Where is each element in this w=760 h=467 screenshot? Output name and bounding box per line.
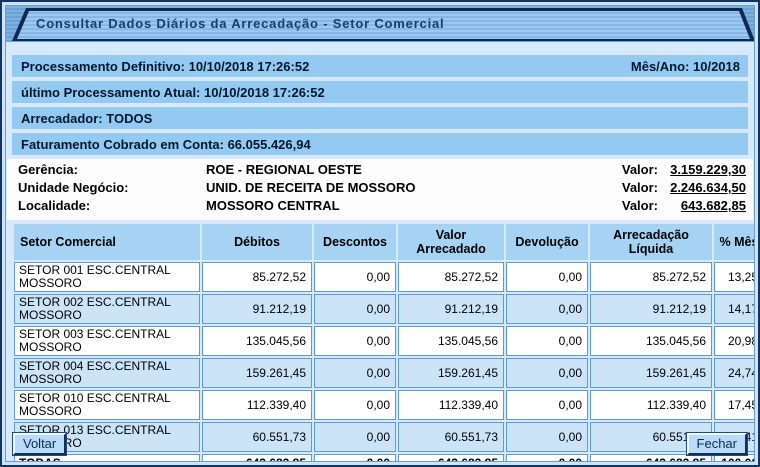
value-cell: 159.261,45: [590, 358, 712, 388]
localidade-valor-label: Valor:: [622, 198, 658, 213]
value-cell: 91.212,19: [202, 294, 312, 324]
unidade-negocio-value: UNID. DE RECEITA DE MOSSORO: [206, 180, 622, 195]
value-cell: 14,17: [714, 294, 755, 324]
processamento-definitivo-text: Processamento Definitivo: 10/10/2018 17:…: [21, 59, 309, 74]
value-cell: 0,00: [314, 422, 396, 452]
column-header: % Mês: [714, 224, 755, 260]
value-cell: 91.212,19: [590, 294, 712, 324]
gerencia-valor-link[interactable]: 3.159.229,30: [662, 162, 746, 177]
localidade-valor-link[interactable]: 643.682,85: [662, 198, 746, 213]
page-title: Consultar Dados Diários da Arrecadação -…: [36, 16, 444, 31]
column-header: Setor Comercial: [14, 224, 200, 260]
value-cell: 91.212,19: [398, 294, 504, 324]
sector-name-cell: SETOR 010 ESC.CENTRAL MOSSORO: [14, 390, 200, 420]
table-header-row: Setor ComercialDébitosDescontosValor Arr…: [14, 224, 755, 260]
value-cell: 0,00: [314, 262, 396, 292]
table-body: SETOR 001 ESC.CENTRAL MOSSORO85.272,520,…: [14, 262, 755, 462]
value-cell: 85.272,52: [398, 262, 504, 292]
value-cell: 135.045,56: [590, 326, 712, 356]
sector-name-cell: SETOR 003 ESC.CENTRAL MOSSORO: [14, 326, 200, 356]
value-cell: 643.682,85: [590, 454, 712, 462]
ultimo-processamento-text: último Processamento Atual: 10/10/2018 1…: [21, 85, 325, 100]
value-cell: 17,45: [714, 390, 755, 420]
gerencia-label: Gerência:: [18, 162, 206, 177]
value-cell: 13,25: [714, 262, 755, 292]
back-button[interactable]: Voltar: [13, 433, 66, 455]
column-header: Devolução: [506, 224, 588, 260]
faturamento-text: Faturamento Cobrado em Conta: 66.055.426…: [21, 137, 311, 152]
info-bar-processamento-definitivo: Processamento Definitivo: 10/10/2018 17:…: [12, 55, 748, 77]
hierarchy-section: Gerência: ROE - REGIONAL OESTE Valor: 3.…: [7, 159, 753, 220]
value-cell: 20,98: [714, 326, 755, 356]
info-bar-faturamento: Faturamento Cobrado em Conta: 66.055.426…: [12, 133, 748, 155]
value-cell: 0,00: [506, 390, 588, 420]
table-row: SETOR 003 ESC.CENTRAL MOSSORO135.045,560…: [14, 326, 755, 356]
value-cell: 112.339,40: [590, 390, 712, 420]
hierarchy-row-localidade: Localidade: MOSSORO CENTRAL Valor: 643.6…: [18, 198, 746, 216]
value-cell: 643.682,85: [398, 454, 504, 462]
value-cell: 0,00: [314, 294, 396, 324]
hierarchy-row-gerencia: Gerência: ROE - REGIONAL OESTE Valor: 3.…: [18, 162, 746, 180]
info-bar-ultimo-processamento: último Processamento Atual: 10/10/2018 1…: [12, 81, 748, 103]
unidade-negocio-valor-label: Valor:: [622, 180, 658, 195]
table-row: SETOR 004 ESC.CENTRAL MOSSORO159.261,450…: [14, 358, 755, 388]
value-cell: 643.682,85: [202, 454, 312, 462]
value-cell: 159.261,45: [202, 358, 312, 388]
unidade-negocio-valor-link[interactable]: 2.246.634,50: [662, 180, 746, 195]
value-cell: 85.272,52: [202, 262, 312, 292]
mes-ano-text: Mês/Ano: 10/2018: [631, 59, 740, 74]
localidade-value: MOSSORO CENTRAL: [206, 198, 622, 213]
content-panel: Consultar Dados Diários da Arrecadação -…: [5, 5, 755, 462]
value-cell: 85.272,52: [590, 262, 712, 292]
hierarchy-row-unidade-negocio: Unidade Negócio: UNID. DE RECEITA DE MOS…: [18, 180, 746, 198]
localidade-label: Localidade:: [18, 198, 206, 213]
table-total-row: TODAS643.682,850,00643.682,850,00643.682…: [14, 454, 755, 462]
column-header: Valor Arrecadado: [398, 224, 504, 260]
value-cell: 112.339,40: [202, 390, 312, 420]
value-cell: 0,00: [506, 294, 588, 324]
gerencia-value: ROE - REGIONAL OESTE: [206, 162, 622, 177]
value-cell: 0,00: [506, 326, 588, 356]
sector-name-cell: SETOR 002 ESC.CENTRAL MOSSORO: [14, 294, 200, 324]
table-row: SETOR 010 ESC.CENTRAL MOSSORO112.339,400…: [14, 390, 755, 420]
gerencia-valor-label: Valor:: [622, 162, 658, 177]
value-cell: 135.045,56: [202, 326, 312, 356]
value-cell: 0,00: [506, 454, 588, 462]
info-bar-arrecadador: Arrecadador: TODOS: [12, 107, 748, 129]
column-header: Débitos: [202, 224, 312, 260]
value-cell: 135.045,56: [398, 326, 504, 356]
value-cell: 0,00: [506, 422, 588, 452]
sector-name-cell: SETOR 001 ESC.CENTRAL MOSSORO: [14, 262, 200, 292]
value-cell: 0,00: [506, 262, 588, 292]
value-cell: 24,74: [714, 358, 755, 388]
value-cell: 112.339,40: [398, 390, 504, 420]
sector-name-cell: SETOR 004 ESC.CENTRAL MOSSORO: [14, 358, 200, 388]
value-cell: 100,00: [714, 454, 755, 462]
value-cell: 0,00: [314, 326, 396, 356]
sector-name-cell: TODAS: [14, 454, 200, 462]
arrecadador-text: Arrecadador: TODOS: [21, 111, 152, 126]
column-header: Descontos: [314, 224, 396, 260]
column-header: Arrecadação Líquida: [590, 224, 712, 260]
value-cell: 0,00: [314, 390, 396, 420]
title-band: Consultar Dados Diários da Arrecadação -…: [6, 6, 754, 42]
value-cell: 60.551,73: [202, 422, 312, 452]
value-cell: 159.261,45: [398, 358, 504, 388]
value-cell: 0,00: [314, 454, 396, 462]
close-button[interactable]: Fechar: [687, 433, 747, 455]
app-window: Consultar Dados Diários da Arrecadação -…: [0, 0, 760, 467]
value-cell: 0,00: [314, 358, 396, 388]
unidade-negocio-label: Unidade Negócio:: [18, 180, 206, 195]
value-cell: 0,00: [506, 358, 588, 388]
table-row: SETOR 002 ESC.CENTRAL MOSSORO91.212,190,…: [14, 294, 755, 324]
table-row: SETOR 013 ESC.CENTRAL MOSSORO60.551,730,…: [14, 422, 755, 452]
sectors-table: Setor ComercialDébitosDescontosValor Arr…: [12, 222, 755, 462]
info-section: Processamento Definitivo: 10/10/2018 17:…: [12, 55, 748, 155]
value-cell: 60.551,73: [398, 422, 504, 452]
table-row: SETOR 001 ESC.CENTRAL MOSSORO85.272,520,…: [14, 262, 755, 292]
